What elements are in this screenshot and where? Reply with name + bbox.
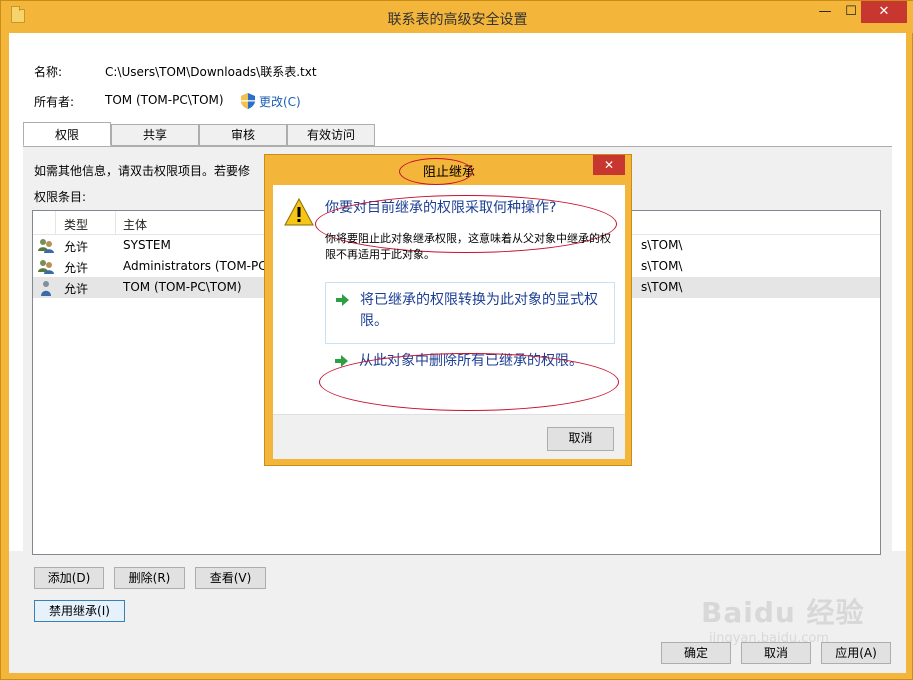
- row-inherited-from: s\TOM\: [641, 280, 683, 294]
- convert-inherited-label: 将已继承的权限转换为此对象的显式权限。: [360, 292, 598, 329]
- owner-label: 所有者:: [34, 95, 75, 109]
- dialog-body: 你要对目前继承的权限采取何种操作? 你将要阻止此对象继承权限，这意味着从父对象中…: [273, 185, 625, 459]
- remove-button[interactable]: 删除(R): [114, 567, 185, 589]
- entries-label: 权限条目:: [34, 190, 87, 204]
- user-icon: [41, 281, 51, 296]
- row-principal: Administrators (TOM-PC: [123, 259, 267, 273]
- tab-auditing[interactable]: 审核: [199, 124, 287, 146]
- tab-effective-access[interactable]: 有效访问: [287, 124, 375, 146]
- uac-shield-icon: [241, 93, 255, 109]
- name-value: C:\Users\TOM\Downloads\联系表.txt: [105, 65, 317, 79]
- dialog-close-button[interactable]: ✕: [593, 155, 625, 175]
- watermark: Baidu 经验: [701, 596, 865, 629]
- owner-value: TOM (TOM-PC\TOM): [105, 93, 224, 107]
- column-type[interactable]: 类型: [64, 216, 88, 233]
- add-button[interactable]: 添加(D): [34, 567, 104, 589]
- group-icon: [38, 239, 54, 253]
- disable-inheritance-button[interactable]: 禁用继承(I): [34, 600, 125, 622]
- group-icon: [38, 260, 54, 274]
- convert-inherited-option[interactable]: 将已继承的权限转换为此对象的显式权限。: [325, 282, 615, 344]
- column-separator: [55, 211, 56, 235]
- dialog-cancel-button[interactable]: 取消: [547, 427, 614, 451]
- panel-hint: 如需其他信息，请双击权限项目。若要修: [34, 164, 251, 178]
- change-owner-link[interactable]: 更改(C): [259, 93, 301, 110]
- row-inherited-from: s\TOM\: [641, 238, 683, 252]
- tab-permissions[interactable]: 权限: [23, 122, 111, 146]
- close-button[interactable]: ✕: [861, 1, 907, 23]
- annotation-ellipse: [319, 353, 619, 411]
- tab-share[interactable]: 共享: [111, 124, 199, 146]
- cancel-button[interactable]: 取消: [741, 642, 811, 664]
- dialog-description: 你将要阻止此对象继承权限，这意味着从父对象中继承的权限不再适用于此对象。: [325, 232, 611, 261]
- apply-button[interactable]: 应用(A): [821, 642, 891, 664]
- row-type: 允许: [64, 240, 89, 254]
- minimize-button[interactable]: —: [811, 1, 839, 23]
- dialog-footer: 取消: [273, 414, 625, 459]
- row-principal: SYSTEM: [123, 238, 171, 252]
- row-type: 允许: [64, 261, 89, 275]
- row-type: 允许: [64, 282, 89, 296]
- green-arrow-icon: [336, 294, 349, 306]
- view-button[interactable]: 查看(V): [195, 567, 266, 589]
- row-principal: TOM (TOM-PC\TOM): [123, 280, 242, 294]
- block-inheritance-dialog: 阻止继承 ✕ 你要对目前继承的权限采取何种操作? 你将要阻止此对象继承权限，这意…: [264, 154, 632, 466]
- column-principal[interactable]: 主体: [123, 216, 147, 233]
- column-separator: [115, 211, 116, 235]
- annotation-ellipse: [399, 158, 473, 185]
- name-label: 名称:: [34, 65, 63, 79]
- warning-icon: [284, 198, 314, 226]
- row-inherited-from: s\TOM\: [641, 259, 683, 273]
- title-bar[interactable]: 联系表的高级安全设置 — ☐ ✕: [1, 1, 913, 33]
- ok-button[interactable]: 确定: [661, 642, 731, 664]
- window-title: 联系表的高级安全设置: [387, 12, 528, 28]
